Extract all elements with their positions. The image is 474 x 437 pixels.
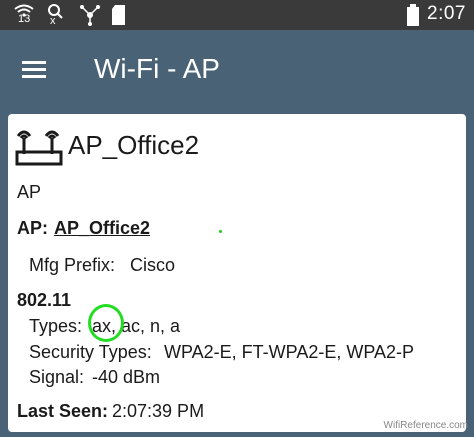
share-icon (78, 3, 102, 27)
signal-label: Signal: (29, 367, 85, 387)
ap-label: AP: (17, 218, 48, 238)
search-badge: x (50, 15, 56, 27)
watermark: WifiReference.com (383, 420, 468, 431)
access-point-icon (14, 124, 64, 168)
page-title: Wi-Fi - AP (94, 53, 220, 84)
mfg-prefix-label: Mfg Prefix: (29, 255, 116, 275)
security-types-value: WPA2-E, FT-WPA2-E, WPA2-P (164, 342, 415, 362)
ap-name-heading: AP_Office2 (68, 130, 200, 160)
types-label: Types: (29, 316, 83, 336)
battery-icon (406, 3, 420, 27)
ap-detail-card: AP_Office2 AP AP: AP_Office2 Mfg Prefix:… (8, 114, 466, 432)
signal-value: -40 dBm (92, 367, 161, 387)
wifi-signal-icon: 13 (12, 3, 36, 27)
highlight-circle (88, 304, 124, 342)
security-types-label: Security Types: (29, 342, 152, 362)
status-time: 2:07 (427, 3, 466, 24)
mfg-prefix-value: Cisco (130, 255, 176, 275)
last-seen-value: 2:07:39 PM (112, 401, 205, 421)
app-bar: Wi-Fi - AP (0, 30, 474, 106)
green-dot-mark (219, 230, 222, 233)
sd-card-icon (110, 3, 128, 27)
ap-link[interactable]: AP_Office2 (54, 218, 150, 239)
hamburger-menu-icon[interactable] (16, 54, 52, 84)
wifi-badge: 13 (18, 13, 31, 25)
last-seen-label: Last Seen: (17, 401, 109, 421)
status-bar: 13 x 2:07 (0, 0, 474, 30)
search-x-icon: x (46, 3, 68, 27)
ap-type: AP (17, 182, 42, 202)
section-80211-heading: 802.11 (17, 290, 72, 310)
